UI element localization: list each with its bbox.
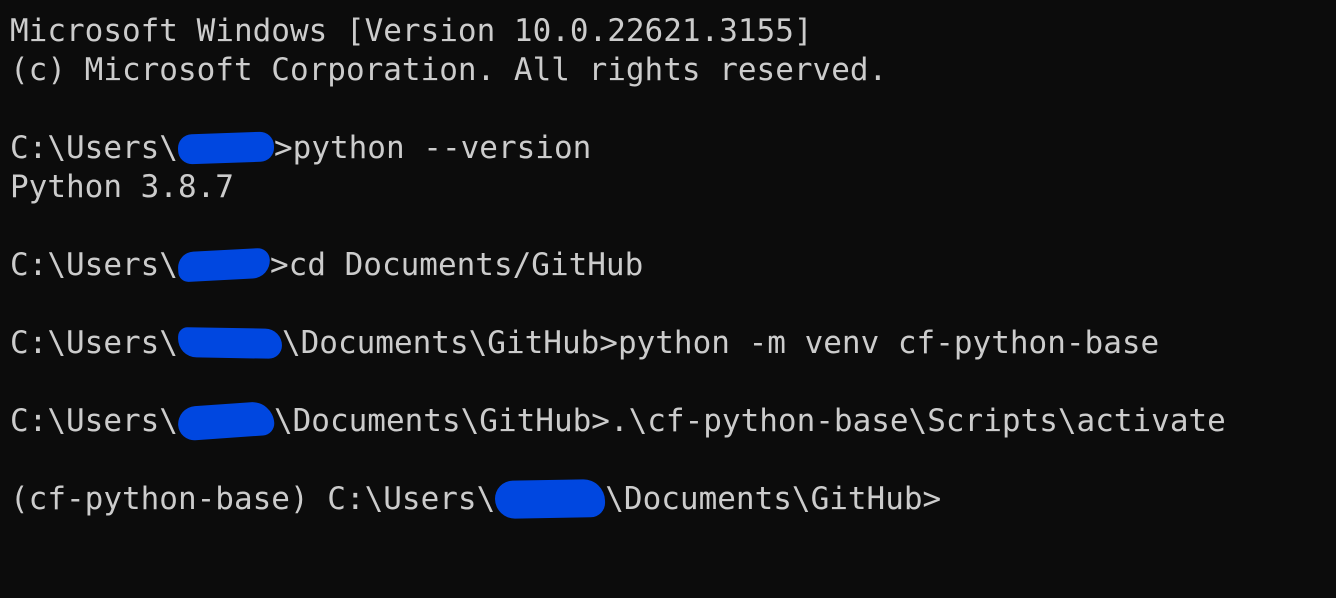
command-line-cd: C:\Users\ >cd Documents/GitHub <box>10 246 1336 285</box>
redacted-username <box>177 130 275 165</box>
venv-indicator: (cf-python-base) <box>10 481 328 517</box>
command-text: python --version <box>292 130 592 166</box>
prompt-path-prefix: C:\Users\ <box>10 325 178 361</box>
copyright-line: (c) Microsoft Corporation. All rights re… <box>10 52 888 88</box>
command-line-activate: C:\Users\ \Documents\GitHub>.\cf-python-b… <box>10 400 1336 441</box>
command-text: cd Documents/GitHub <box>288 247 644 283</box>
redacted-username <box>177 247 271 282</box>
prompt-path-suffix: \Documents\GitHub> <box>273 403 610 439</box>
redacted-username <box>176 400 276 441</box>
prompt-path-prefix: C:\Users\ <box>10 403 178 439</box>
command-text: .\cf-python-base\Scripts\activate <box>609 403 1226 439</box>
command-output-python-version: Python 3.8.7 <box>10 169 234 205</box>
command-line-python-version: C:\Users\ >python --version <box>10 129 1336 168</box>
prompt-path-suffix: \Documents\GitHub> <box>281 325 618 361</box>
command-text: python -m venv cf-python-base <box>617 325 1160 361</box>
redacted-username <box>494 478 606 519</box>
prompt-path-suffix: \Documents\GitHub> <box>605 481 942 517</box>
terminal-window[interactable]: Microsoft Windows [Version 10.0.22621.31… <box>0 0 1336 598</box>
prompt-path-prefix: C:\Users\ <box>327 481 496 517</box>
command-line-venv: C:\Users\ \Documents\GitHub>python -m ven… <box>10 324 1336 363</box>
prompt-path-prefix: C:\Users\ <box>10 247 178 283</box>
redacted-username <box>177 326 283 359</box>
prompt-path-suffix: > <box>273 130 293 166</box>
active-prompt-line[interactable]: (cf-python-base) C:\Users\ \Documents\Git… <box>10 478 1336 519</box>
windows-version-line: Microsoft Windows [Version 10.0.22621.31… <box>10 13 813 49</box>
prompt-path-suffix: > <box>269 247 289 283</box>
prompt-path-prefix: C:\Users\ <box>10 130 178 166</box>
